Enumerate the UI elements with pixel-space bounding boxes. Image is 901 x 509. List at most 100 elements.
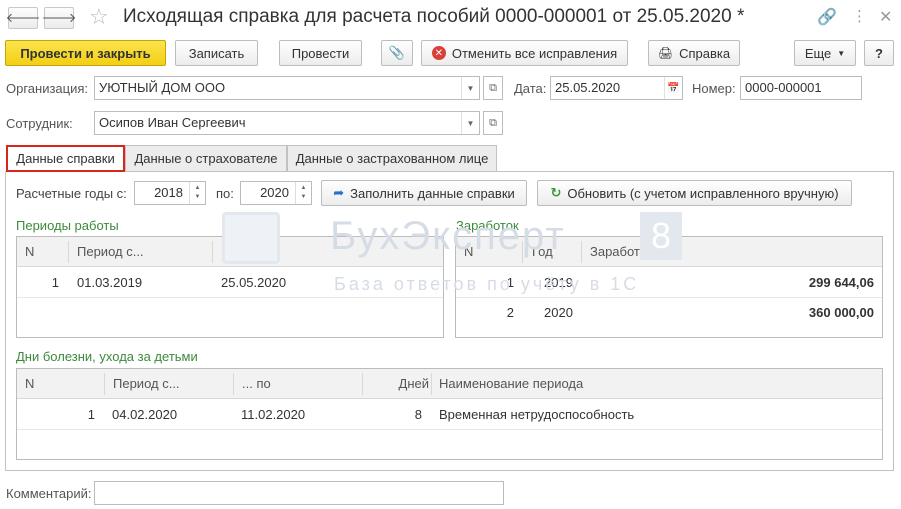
more-label: Еще — [804, 45, 832, 61]
cancel-corrections-label: Отменить все исправления — [451, 45, 618, 61]
close-icon[interactable]: ✕ — [879, 7, 892, 27]
back-button[interactable]: 🡐 — [5, 7, 41, 29]
years-from-label: Расчетные годы с: — [16, 186, 127, 201]
spinner-icon[interactable]: ▲ ▼ — [189, 182, 205, 204]
cell: 2019 — [544, 275, 573, 290]
cell: 1 — [87, 407, 95, 422]
chevron-down-icon: ▼ — [837, 48, 846, 58]
column-header[interactable]: Наименование периода — [439, 369, 583, 399]
tab-insurer-data[interactable]: Данные о страхователе — [125, 145, 287, 171]
cancel-corrections-button[interactable]: ✕ Отменить все исправления — [421, 40, 628, 66]
date-value: 25.05.2020 — [555, 80, 621, 95]
years-to-label: по: — [216, 186, 234, 201]
number-label: Номер: — [692, 81, 736, 96]
table-header: N Год Заработок — [456, 237, 882, 267]
column-header[interactable]: ... по — [221, 237, 250, 267]
year-to-input[interactable]: 2020 ▲ ▼ — [240, 181, 312, 205]
more-button[interactable]: Еще ▼ — [794, 40, 856, 66]
employee-label: Сотрудник: — [6, 116, 73, 131]
cell: 11.02.2020 — [241, 407, 306, 422]
open-org-button[interactable]: ⧉ — [483, 76, 503, 100]
link-icon[interactable]: 🔗 — [817, 7, 837, 27]
column-header[interactable]: Заработок — [590, 237, 653, 267]
date-label: Дата: — [514, 81, 547, 96]
fill-arrow-icon: ➦ — [333, 185, 345, 200]
open-window-icon: ⧉ — [489, 81, 497, 94]
org-field[interactable]: УЮТНЫЙ ДОМ ООО ▼ — [94, 76, 480, 100]
earnings-title: Заработок — [456, 218, 519, 233]
work-periods-title: Периоды работы — [16, 218, 119, 233]
column-header[interactable]: N — [464, 237, 473, 267]
number-field[interactable]: 0000-000001 — [740, 76, 862, 100]
attach-button[interactable]: 📎 — [381, 40, 413, 66]
org-value: УЮТНЫЙ ДОМ ООО — [99, 80, 226, 95]
cell: 2 — [506, 305, 514, 320]
star-icon[interactable]: ☆ — [89, 4, 109, 30]
column-header[interactable]: ... по — [242, 369, 271, 399]
save-button[interactable]: Записать — [175, 40, 258, 66]
sick-days-table[interactable]: N Период с... ... по Дней Наименование п… — [16, 368, 883, 460]
comment-input[interactable] — [94, 481, 504, 505]
tab-insured-person-data[interactable]: Данные о застрахованном лице — [287, 145, 497, 171]
chevron-down-icon[interactable]: ▼ — [461, 77, 479, 99]
tab-certificate-data[interactable]: Данные справки — [6, 145, 125, 172]
column-header[interactable]: Период с... — [113, 369, 180, 399]
cell: Временная нетрудоспособность — [439, 407, 635, 422]
page-title: Исходящая справка для расчета пособий 00… — [123, 6, 745, 27]
print-button[interactable]: 🖨 Справка — [648, 40, 740, 66]
column-header[interactable]: N — [25, 237, 34, 267]
paperclip-icon: 📎 — [388, 45, 406, 60]
spinner-icon[interactable]: ▲ ▼ — [295, 182, 311, 204]
arrow-right-icon: 🡒 — [41, 10, 77, 25]
save-label: Записать — [188, 45, 245, 61]
calendar-icon[interactable]: 📅 — [664, 77, 682, 99]
help-label: ? — [875, 45, 883, 61]
help-button[interactable]: ? — [864, 40, 894, 66]
tab-label: Данные о застрахованном лице — [295, 151, 489, 166]
number-value: 0000-000001 — [745, 80, 822, 95]
post-button[interactable]: Провести — [279, 40, 362, 66]
cell: 1 — [506, 275, 514, 290]
fill-data-button[interactable]: ➦ Заполнить данные справки — [321, 180, 527, 206]
chevron-down-icon[interactable]: ▼ — [461, 112, 479, 134]
column-header[interactable]: Дней — [371, 369, 429, 399]
post-and-close-button[interactable]: Провести и закрыть — [5, 40, 166, 66]
date-field[interactable]: 25.05.2020 📅 — [550, 76, 683, 100]
fill-data-label: Заполнить данные справки — [350, 185, 515, 201]
open-window-icon: ⧉ — [489, 116, 497, 129]
column-header[interactable]: Год — [532, 237, 553, 267]
post-label: Провести — [291, 45, 350, 61]
arrow-left-icon: 🡐 — [5, 10, 41, 25]
tab-label: Данные о страхователе — [134, 151, 278, 166]
employee-field[interactable]: Осипов Иван Сергеевич ▼ — [94, 111, 480, 135]
table-header: N Период с... ... по Дней Наименование п… — [17, 369, 882, 399]
earnings-table[interactable]: N Год Заработок 1 2019 299 644,06 2 2020… — [455, 236, 883, 338]
column-header[interactable]: Период с... — [77, 237, 144, 267]
comment-label: Комментарий: — [6, 486, 92, 501]
cell: 01.03.2019 — [77, 275, 143, 290]
org-label: Организация: — [6, 81, 89, 96]
table-row[interactable]: 1 01.03.2019 25.05.2020 — [17, 268, 443, 297]
table-row[interactable]: 1 2019 299 644,06 — [456, 268, 882, 297]
table-row[interactable]: 1 04.02.2020 11.02.2020 8 Временная нетр… — [17, 400, 882, 429]
tab-label: Данные справки — [16, 151, 115, 166]
cancel-icon: ✕ — [431, 46, 446, 60]
work-periods-table[interactable]: N Период с... ... по 1 01.03.2019 25.05.… — [16, 236, 444, 338]
year-to-value: 2020 — [260, 185, 289, 200]
column-header[interactable]: N — [25, 369, 34, 399]
print-label: Справка — [679, 45, 731, 61]
employee-value: Осипов Иван Сергеевич — [99, 115, 246, 130]
cell: 2020 — [544, 305, 573, 320]
table-row[interactable]: 2 2020 360 000,00 — [456, 298, 882, 327]
cell: 04.02.2020 — [112, 407, 178, 422]
post-and-close-label: Провести и закрыть — [20, 45, 151, 61]
more-vertical-icon[interactable]: ⋮ — [852, 7, 867, 25]
refresh-label: Обновить (с учетом исправленного вручную… — [567, 185, 839, 201]
refresh-button[interactable]: ↻ Обновить (с учетом исправленного вручн… — [537, 180, 852, 206]
year-from-input[interactable]: 2018 ▲ ▼ — [134, 181, 206, 205]
open-employee-button[interactable]: ⧉ — [483, 111, 503, 135]
forward-button[interactable]: 🡒 — [41, 7, 77, 29]
cell: 299 644,06 — [808, 275, 874, 290]
cell: 25.05.2020 — [221, 275, 287, 290]
cell: 8 — [414, 407, 422, 422]
